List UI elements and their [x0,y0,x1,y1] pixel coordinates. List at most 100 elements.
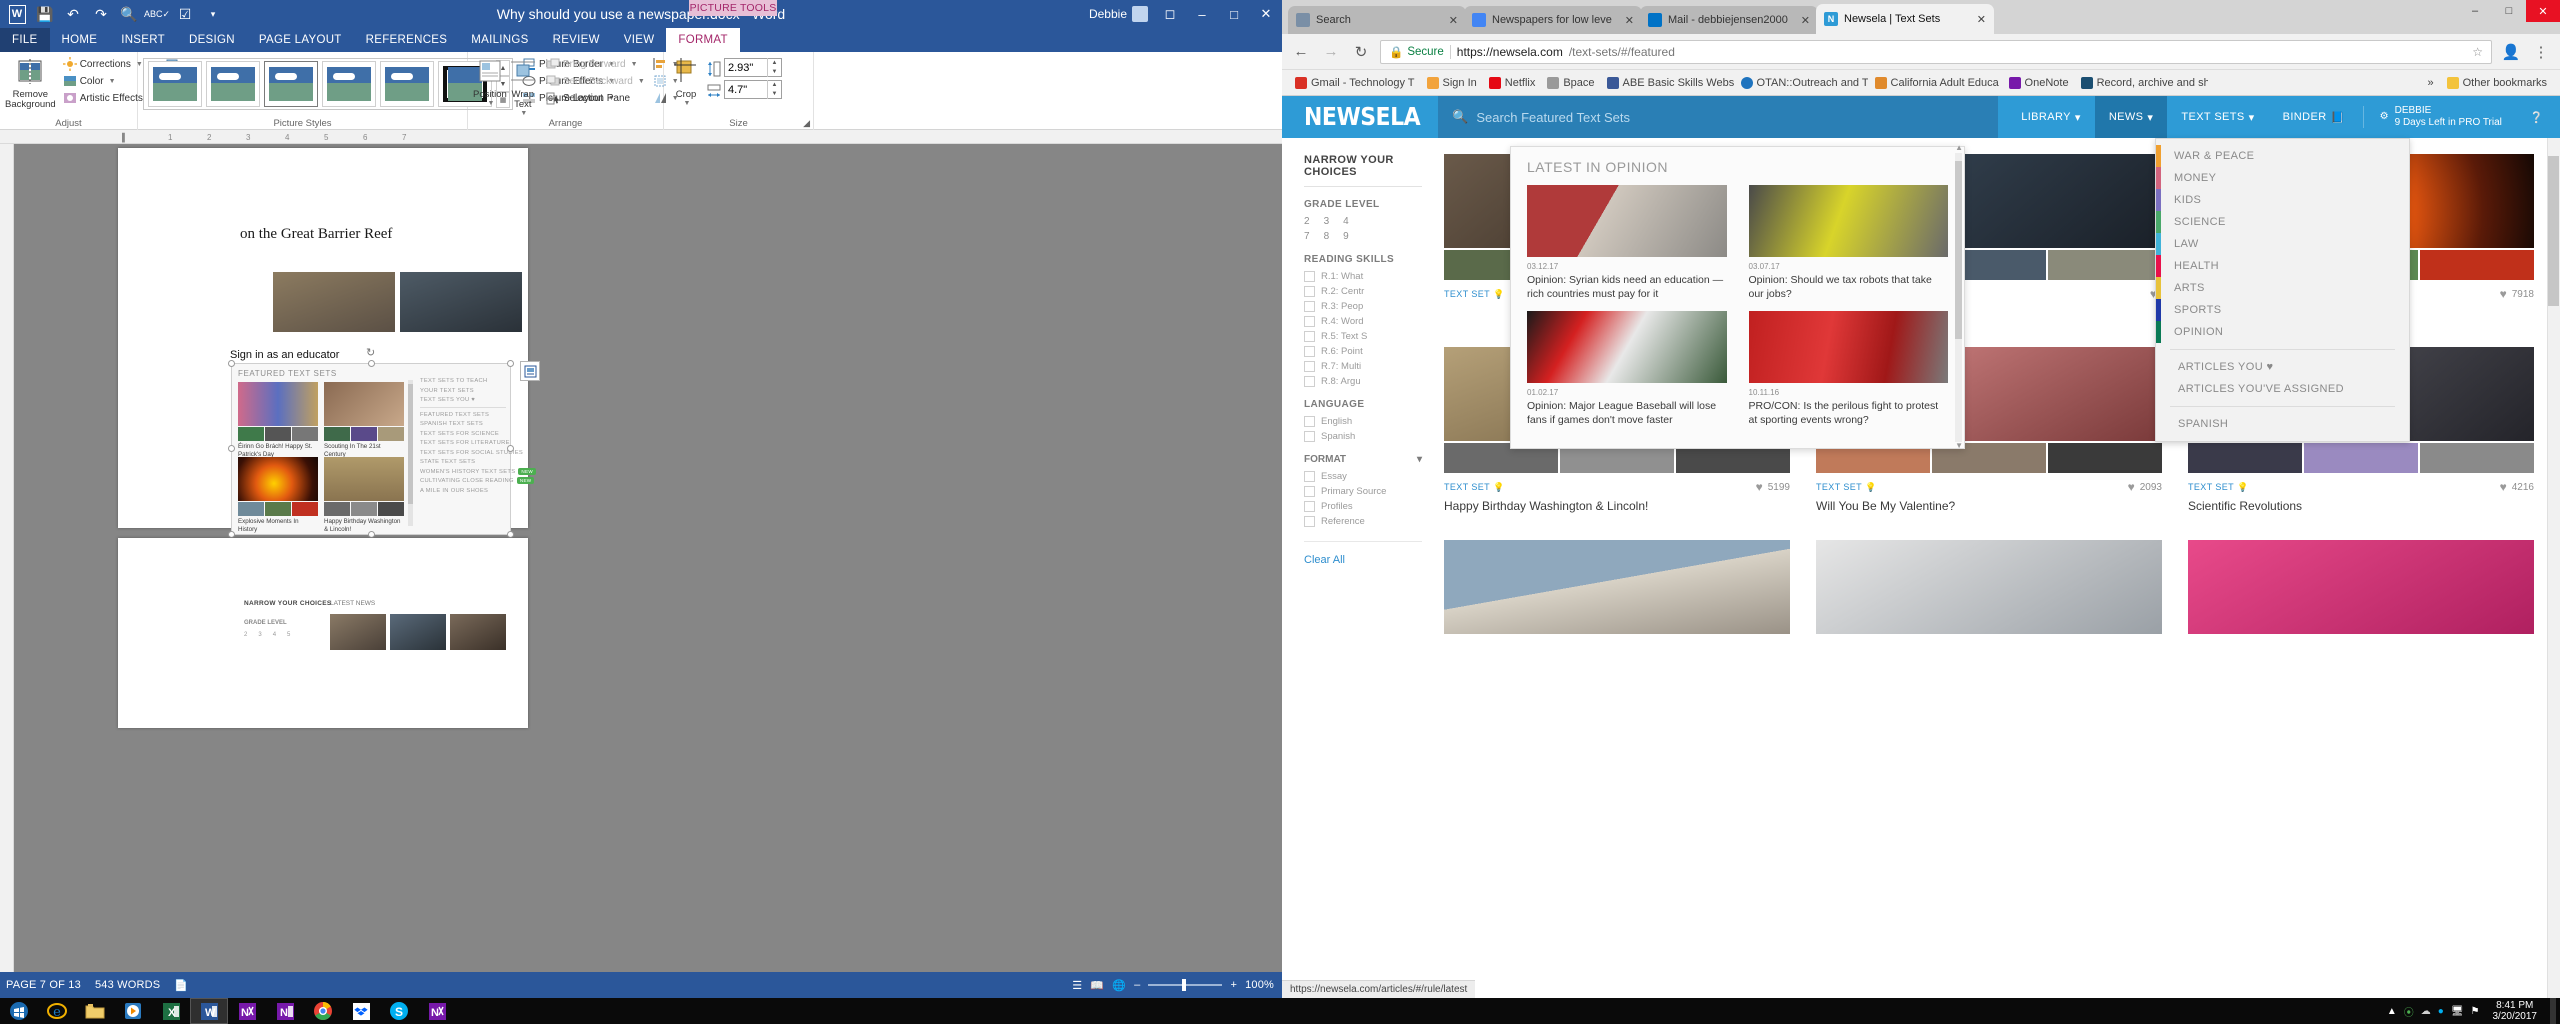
checkbox-spanish[interactable] [1304,431,1315,442]
nav-binder[interactable]: BINDER 📘 [2269,96,2359,138]
rotate-handle-icon[interactable]: ↻ [366,346,375,359]
chrome-tab-strip[interactable]: Search ✕ Newspapers for low leve ✕ Mail … [1282,0,2560,34]
news-category-law[interactable]: LAW [2156,233,2409,255]
shape-height-row[interactable]: 2.93" ▲ ▼ [707,58,782,77]
shape-height-input[interactable]: 2.93" ▲ ▼ [724,58,782,77]
grade-3[interactable]: 3 [1324,216,1330,227]
send-backward-button[interactable]: Send Backward ▼ [543,73,648,89]
system-tray[interactable]: ▲ ⦿ ☁ ● 🖥 ⚑ 8:41 PM 3/20/2017 [2387,998,2560,1024]
selection-pane-button[interactable]: Selection Pane [543,90,648,106]
view-read-mode-icon[interactable]: 📖 [1090,979,1104,992]
shape-width-row[interactable]: 4.7" ▲ ▼ [707,80,782,99]
skype-icon[interactable]: S [380,998,418,1024]
bookmark-caladulted[interactable]: California Adult Educa [1870,75,2002,91]
news-category-science[interactable]: SCIENCE [2156,211,2409,233]
bookmark-record[interactable]: Record, archive and sh [2076,75,2208,91]
user-menu[interactable]: ⚙ DEBBIE 9 Days Left in PRO Trial [2368,105,2514,130]
shape-height-stepper[interactable]: ▲ ▼ [767,58,781,77]
format-reference[interactable]: Reference [1304,516,1422,527]
nav-text-sets[interactable]: TEXT SETS ▾ [2167,96,2268,138]
address-bar[interactable]: 🔒 Secure https://newsela.com/text-sets/#… [1380,39,2492,64]
news-dropdown-menu[interactable]: WAR & PEACE MONEY KIDS SCIENCE LAW HEALT… [2155,138,2410,442]
picture-styles-gallery[interactable]: ▲ ▼ ▦ [143,58,513,110]
format-profiles[interactable]: Profiles [1304,501,1422,512]
close-tab-icon-2[interactable]: ✕ [1625,14,1634,27]
card-5-likes[interactable]: ♥ 2093 [2128,480,2162,494]
card-4-tag[interactable]: TEXT SET 💡 [1444,482,1505,493]
chrome-maximize-button[interactable]: □ [2492,0,2526,22]
other-bookmarks-folder[interactable]: Other bookmarks [2442,75,2552,91]
taskbar-clock[interactable]: 8:41 PM 3/20/2017 [2487,1000,2544,1022]
checkbox-reference[interactable] [1304,516,1315,527]
picture-style-2[interactable] [206,61,260,107]
news-articles-you-like[interactable]: ARTICLES YOU ♥ [2156,356,2409,378]
tab-design[interactable]: DESIGN [177,28,247,52]
tab-references[interactable]: REFERENCES [354,28,460,52]
news-category-sports[interactable]: SPORTS [2156,299,2409,321]
latest-in-opinion-panel[interactable]: LATEST IN OPINION 03.12.17 Opinion: Syri… [1510,143,1965,450]
newsela-logo[interactable]: NEWSELA [1282,103,1438,131]
action-center-icon[interactable]: ⚑ [2471,1006,2480,1017]
browser-tab-newsela[interactable]: N Newsela | Text Sets ✕ [1816,4,1994,34]
grade-8[interactable]: 8 [1324,231,1330,242]
search-input[interactable]: 🔍 Search Featured Text Sets [1438,96,1999,138]
browser-tab-mail[interactable]: Mail - debbiejensen2000 ✕ [1640,6,1818,34]
bookmark-bpace[interactable]: Bpace [1542,75,1599,91]
news-articles-assigned[interactable]: ARTICLES YOU'VE ASSIGNED [2156,378,2409,400]
bookmark-onenote[interactable]: OneNote [2004,75,2074,91]
news-category-opinion[interactable]: OPINION [2156,321,2409,343]
chevron-down-icon-format[interactable]: ▾ [1417,454,1422,465]
checkbox-primary-source[interactable] [1304,486,1315,497]
chrome-menu-icon[interactable]: ⋮ [2530,41,2552,63]
handle-sw[interactable] [228,531,235,538]
grade-7[interactable]: 7 [1304,231,1310,242]
layout-options-button[interactable] [520,361,540,381]
start-icon[interactable] [0,998,38,1024]
bookmarks-overflow-icon[interactable]: » [2428,77,2434,89]
close-tab-icon-4[interactable]: ✕ [1977,13,1986,26]
word-document-canvas[interactable]: on the Great Barrier Reef Sign in as an … [0,144,1282,972]
nav-news[interactable]: NEWS ▾ [2094,96,2168,138]
reading-skill-r8[interactable]: R.8: Argu [1304,376,1422,387]
tab-review[interactable]: REVIEW [541,28,612,52]
scroll-up-icon[interactable]: ▲ [1955,143,1963,152]
bookmark-star-icon[interactable]: ☆ [2472,45,2483,59]
reading-skill-r1[interactable]: R.1: What [1304,271,1422,282]
proofing-errors-icon[interactable]: 📄 [174,979,188,992]
reading-skill-r6[interactable]: R.6: Point [1304,346,1422,357]
tab-insert[interactable]: INSERT [109,28,177,52]
browser-tab-newspapers[interactable]: Newspapers for low leve ✕ [1464,6,1642,34]
tab-mailings[interactable]: MAILINGS [459,28,540,52]
news-spanish[interactable]: SPANISH [2156,413,2409,435]
text-set-card-7[interactable] [1444,540,1790,635]
latest-panel-scroll-thumb[interactable] [1955,161,1962,339]
format-primary-source[interactable]: Primary Source [1304,486,1422,497]
text-set-card-9[interactable] [2188,540,2534,635]
onenote-icon[interactable]: N [266,998,304,1024]
picture-style-4[interactable] [322,61,376,107]
size-dialog-launcher-icon[interactable]: ◢ [803,118,810,129]
zoom-level[interactable]: 100% [1245,979,1274,991]
document-image-newspaper[interactable] [273,272,395,332]
language-spanish[interactable]: Spanish [1304,431,1422,442]
latest-article-1[interactable]: 03.12.17 Opinion: Syrian kids need an ed… [1527,185,1727,301]
browser-tab-search[interactable]: Search ✕ [1288,6,1466,34]
windows-taskbar[interactable]: e X W N N S N ▲ ⦿ ☁ ● 🖥 ⚑ 8:41 PM 3/20/2… [0,998,2560,1024]
checkbox-r3[interactable] [1304,301,1315,312]
grade-row-2[interactable]: 7 8 9 [1304,231,1422,242]
handle-nw[interactable] [228,360,235,367]
card-4-likes[interactable]: ♥ 5199 [1756,480,1790,494]
checkbox-r5[interactable] [1304,331,1315,342]
card-3-likes[interactable]: ♥ 7918 [2500,287,2534,301]
zoom-slider[interactable] [1148,979,1223,991]
card-1-tag[interactable]: TEXT SET 💡 [1444,289,1505,300]
language-english[interactable]: English [1304,416,1422,427]
shape-width-input[interactable]: 4.7" ▲ ▼ [724,80,782,99]
reading-skill-r4[interactable]: R.4: Word [1304,316,1422,327]
document-heading[interactable]: on the Great Barrier Reef [234,220,490,248]
vertical-ruler[interactable] [0,144,14,972]
internet-explorer-icon[interactable]: e [38,998,76,1024]
reading-skill-r2[interactable]: R.2: Centr [1304,286,1422,297]
grade-row-1[interactable]: 2 3 4 [1304,216,1422,227]
grade-2[interactable]: 2 [1304,216,1310,227]
